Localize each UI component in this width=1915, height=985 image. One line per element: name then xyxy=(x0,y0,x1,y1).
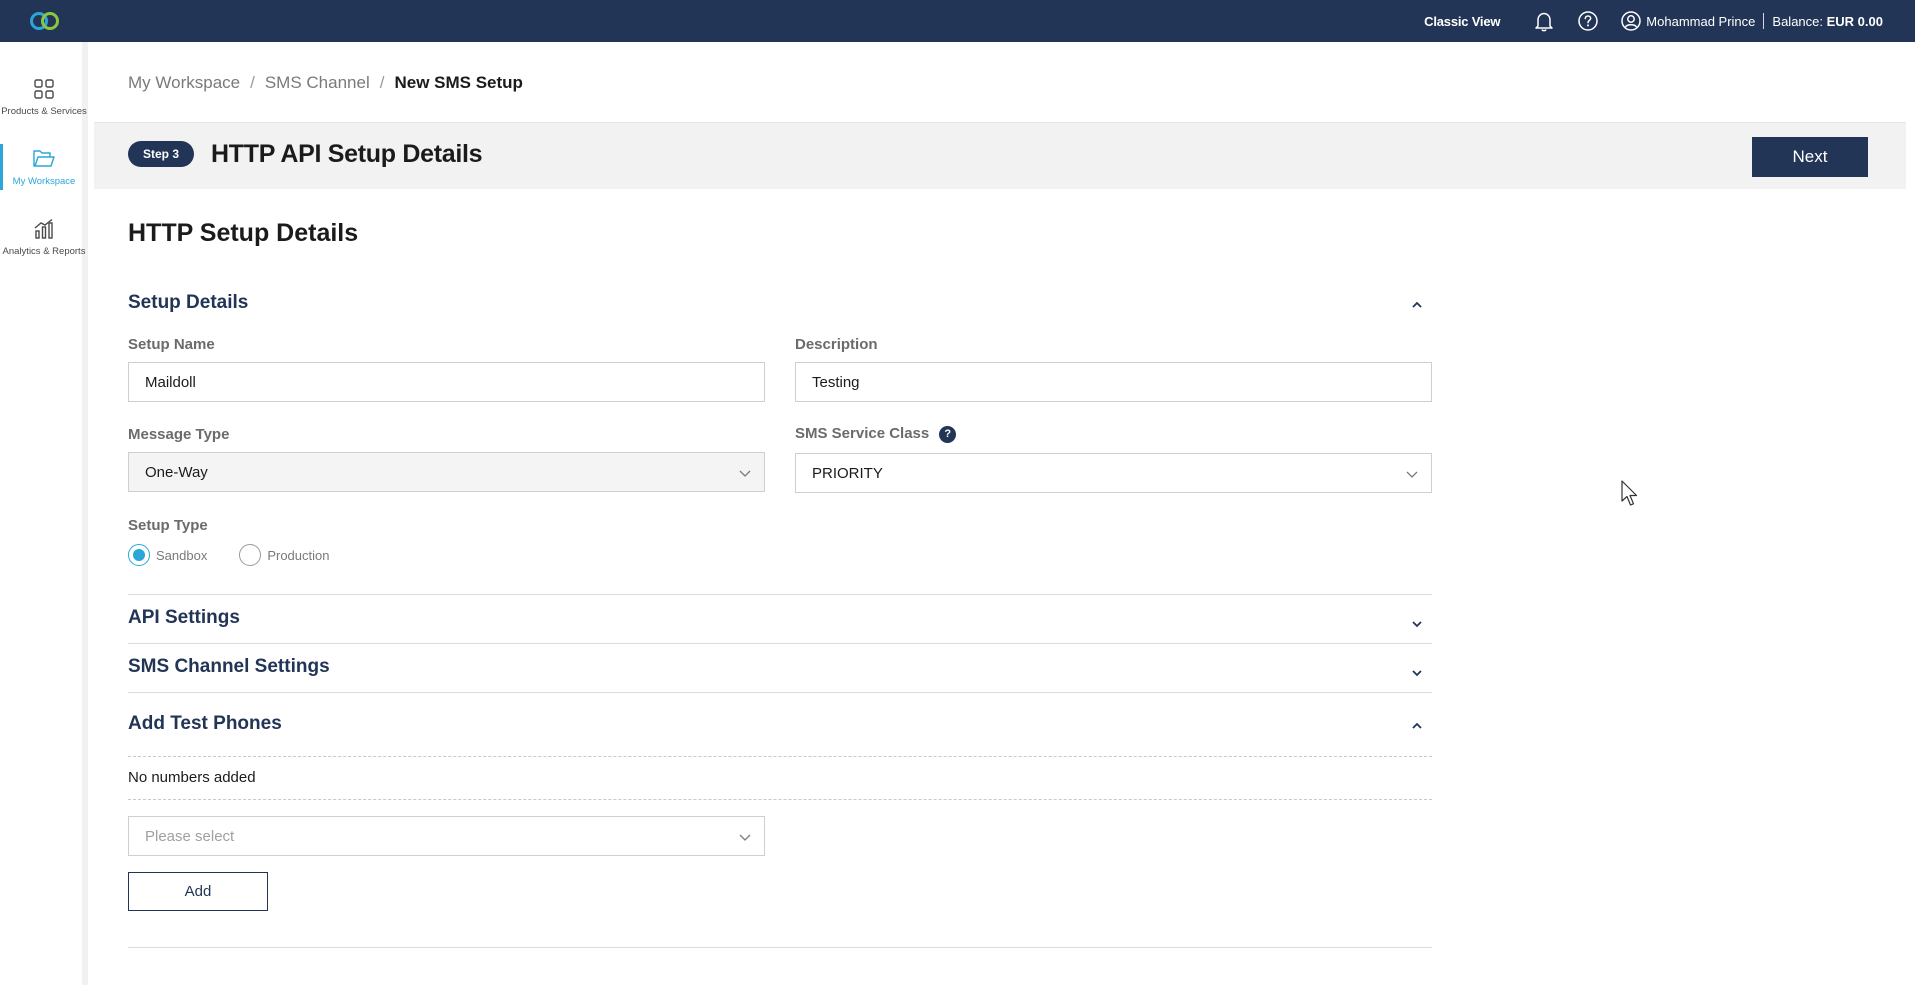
chevron-down-icon[interactable] xyxy=(1410,615,1424,629)
sidebar-item-label: Products & Services xyxy=(1,106,87,117)
service-class-value: PRIORITY xyxy=(812,464,883,482)
service-class-select[interactable]: PRIORITY xyxy=(795,453,1432,493)
accordion-title: SMS Channel Settings xyxy=(128,656,330,677)
accordion-title: API Settings xyxy=(128,607,240,628)
help-icon[interactable] xyxy=(1576,9,1600,33)
step-badge: Step 3 xyxy=(128,141,195,167)
empty-state-text: No numbers added xyxy=(128,769,256,786)
divider xyxy=(1763,13,1765,29)
accordion-title: Setup Details xyxy=(128,292,249,313)
setup-type-label: Setup Type xyxy=(128,517,208,534)
chevron-down-icon[interactable] xyxy=(1410,664,1424,678)
accordion-sms-channel-settings[interactable]: SMS Channel Settings xyxy=(128,656,1432,678)
description-label: Description xyxy=(795,336,878,353)
breadcrumb-current: New SMS Setup xyxy=(394,73,523,92)
classic-view-link[interactable]: Classic View xyxy=(1424,14,1500,29)
setup-name-label: Setup Name xyxy=(128,336,215,353)
message-type-select[interactable]: One-Way xyxy=(128,452,765,492)
description-input[interactable]: Testing xyxy=(795,362,1432,402)
sidebar-item-my-workspace[interactable]: My Workspace xyxy=(0,144,88,204)
balance-label: Balance: xyxy=(1772,13,1823,29)
chart-icon xyxy=(31,216,57,242)
user-menu[interactable]: Mohammad Prince xyxy=(1620,10,1755,32)
next-button[interactable]: Next xyxy=(1752,137,1868,177)
divider xyxy=(128,947,1432,948)
accordion-api-settings[interactable]: API Settings xyxy=(128,607,1432,629)
divider xyxy=(128,594,1432,595)
sidebar-item-label: My Workspace xyxy=(12,176,76,187)
divider xyxy=(128,756,1432,757)
breadcrumb-separator: / xyxy=(379,73,385,92)
message-type-value: One-Way xyxy=(145,463,208,481)
setup-name-input[interactable]: Maildoll xyxy=(128,362,765,402)
sidebar-item-analytics-reports[interactable]: Analytics & Reports xyxy=(0,216,88,274)
radio-production-label[interactable]: Production xyxy=(267,548,329,563)
sidebar-item-label: Analytics & Reports xyxy=(2,246,86,257)
accordion-title: Add Test Phones xyxy=(128,713,282,734)
chevron-up-icon[interactable] xyxy=(1410,717,1424,731)
setup-type-radio-group: Sandbox Production xyxy=(128,544,361,566)
user-icon xyxy=(1620,10,1646,32)
help-icon[interactable]: ? xyxy=(939,425,957,443)
add-button[interactable]: Add xyxy=(128,872,268,911)
divider xyxy=(128,692,1432,693)
test-phone-select[interactable]: Please select xyxy=(128,816,765,856)
sidebar: Products & Services My Workspace Analyti… xyxy=(0,42,88,985)
description-value: Testing xyxy=(812,373,860,391)
message-type-label: Message Type xyxy=(128,426,230,443)
breadcrumb-sms-channel[interactable]: SMS Channel xyxy=(265,73,370,93)
balance-value: EUR 0.00 xyxy=(1826,13,1883,29)
radio-sandbox[interactable] xyxy=(128,544,150,566)
breadcrumb-my-workspace[interactable]: My Workspace xyxy=(128,73,240,93)
grid-icon xyxy=(31,76,57,102)
breadcrumb-separator: / xyxy=(250,73,255,92)
page-title: HTTP API Setup Details xyxy=(211,140,483,168)
radio-sandbox-label[interactable]: Sandbox xyxy=(156,548,207,563)
step-header: Step 3 HTTP API Setup Details Next xyxy=(94,122,1906,189)
radio-production[interactable] xyxy=(239,544,262,566)
service-class-label-text: SMS Service Class xyxy=(795,425,930,442)
accordion-setup-details[interactable]: Setup Details xyxy=(128,292,1432,314)
logo-icon[interactable] xyxy=(28,10,62,32)
divider xyxy=(128,643,1432,644)
sidebar-item-products-services[interactable]: Products & Services xyxy=(0,76,88,134)
balance: Balance: EUR 0.00 xyxy=(1772,14,1883,29)
folder-icon xyxy=(31,146,57,172)
setup-name-value: Maildoll xyxy=(145,373,196,391)
divider xyxy=(128,799,1432,800)
mouse-cursor-icon xyxy=(1621,480,1641,508)
bell-icon[interactable] xyxy=(1532,9,1556,33)
service-class-label: SMS Service Class? xyxy=(795,425,957,443)
top-bar: Classic View Mohammad Prince Balance: EU… xyxy=(0,0,1915,42)
chevron-down-icon xyxy=(1405,467,1419,481)
chevron-down-icon xyxy=(738,466,752,480)
breadcrumb: My Workspace / SMS Channel / New SMS Set… xyxy=(128,73,523,93)
chevron-down-icon xyxy=(738,830,752,844)
user-name: Mohammad Prince xyxy=(1646,13,1756,29)
chevron-up-icon[interactable] xyxy=(1410,296,1424,310)
section-title: HTTP Setup Details xyxy=(128,219,359,247)
accordion-add-test-phones[interactable]: Add Test Phones xyxy=(128,713,1432,735)
select-placeholder: Please select xyxy=(145,827,235,845)
